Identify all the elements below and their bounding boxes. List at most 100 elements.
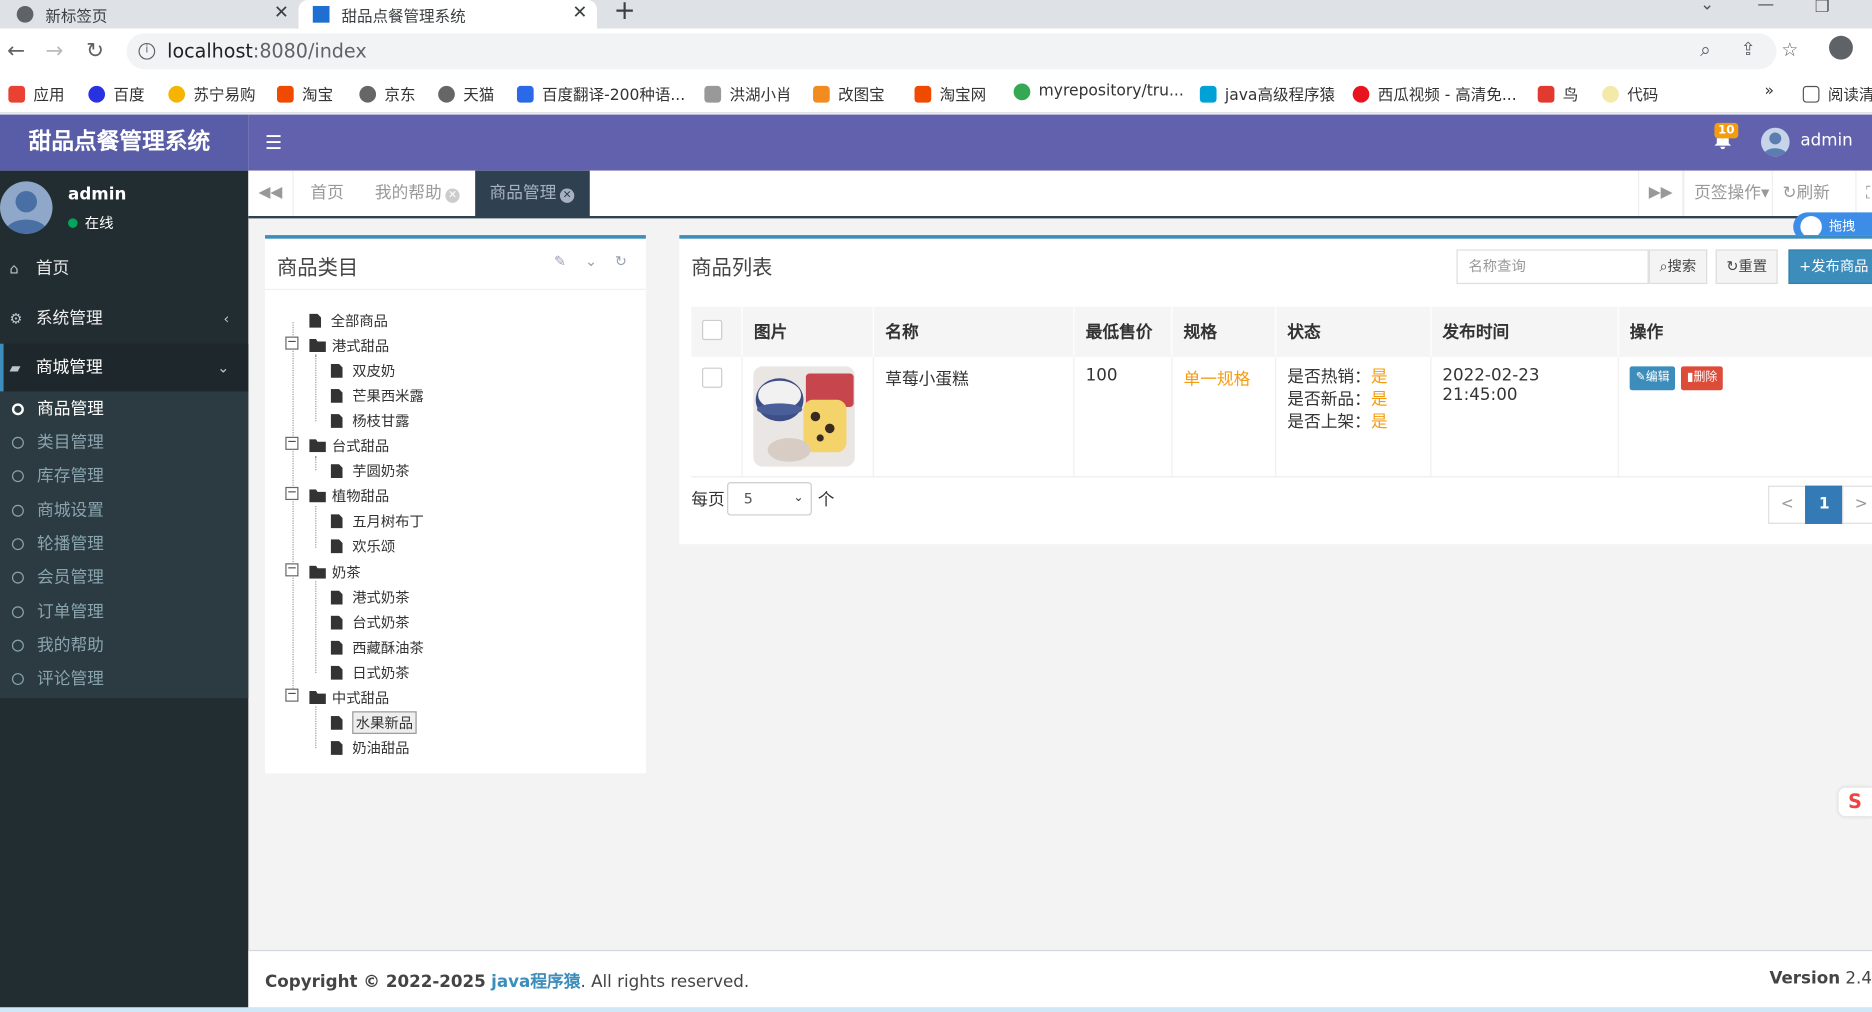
tree-node[interactable]: 欢乐颂 xyxy=(330,536,395,556)
bookmark-item[interactable]: 京东 xyxy=(359,82,415,105)
submenu-item[interactable]: 商品管理 xyxy=(0,393,248,426)
share-icon[interactable]: ⇪ xyxy=(1741,38,1756,59)
chevron-down-icon[interactable]: ⌄ xyxy=(585,253,597,270)
edit-icon[interactable]: ✎ xyxy=(554,253,566,270)
collapse-icon[interactable]: − xyxy=(285,563,299,577)
collapse-icon[interactable]: − xyxy=(285,688,299,702)
bookmark-item[interactable]: 天猫 xyxy=(438,82,494,105)
bookmark-item[interactable]: 洪湖小肖 xyxy=(704,82,792,105)
search-input[interactable]: 名称查询 xyxy=(1456,249,1649,285)
submenu-item[interactable]: 轮播管理 xyxy=(0,527,248,560)
row-checkbox[interactable] xyxy=(702,367,723,388)
profile-icon[interactable] xyxy=(1829,35,1853,60)
bookmark-item[interactable]: 鸟 xyxy=(1537,82,1578,105)
tree-node[interactable]: 芋圆奶茶 xyxy=(330,461,410,481)
sidebar-toggle-icon[interactable]: ☰ xyxy=(265,131,282,154)
per-page-select[interactable]: 5 ⌄ xyxy=(727,482,812,516)
more-bookmarks-button[interactable]: » xyxy=(1765,82,1775,100)
bookmark-item[interactable]: 苏宁易购 xyxy=(168,82,256,105)
edit-button[interactable]: ✎编辑 xyxy=(1629,366,1676,391)
tree-node[interactable]: − 港式甜品 xyxy=(285,335,389,355)
sidebar-item-home[interactable]: ⌂ 首页 xyxy=(0,245,248,293)
prev-page-button[interactable]: < xyxy=(1768,485,1807,524)
reading-list[interactable]: 阅读清 xyxy=(1802,82,1872,105)
submenu-item[interactable]: 评论管理 xyxy=(0,662,248,695)
bookmark-item[interactable]: myrepository/tru... xyxy=(1013,82,1184,100)
bookmark-item[interactable]: 淘宝网 xyxy=(914,82,986,105)
tab-product-management[interactable]: 商品管理 ✕ xyxy=(475,170,590,217)
header-username[interactable]: admin xyxy=(1800,131,1852,150)
bookmark-item[interactable]: 应用 xyxy=(8,82,64,105)
refresh-icon[interactable]: ↻ xyxy=(615,253,627,270)
search-button[interactable]: ⌕搜索 xyxy=(1648,249,1707,285)
tab-search-icon[interactable]: ⌄ xyxy=(1700,0,1714,14)
product-image[interactable] xyxy=(753,366,856,467)
url-bar[interactable]: i localhost:8080/index xyxy=(126,33,1777,70)
submenu-item[interactable]: 库存管理 xyxy=(0,459,248,492)
fullscreen-icon[interactable]: ⛶ xyxy=(1855,170,1872,217)
refresh-tab-button[interactable]: ↻刷新 xyxy=(1771,170,1840,217)
tree-node-selected[interactable]: 水果新品 xyxy=(330,711,417,734)
new-tab-icon[interactable]: + xyxy=(614,0,636,26)
brand-link[interactable]: java程序猿 xyxy=(491,973,580,992)
tree-node[interactable]: − 奶茶 xyxy=(285,562,361,582)
zoom-icon[interactable]: ⌕ xyxy=(1700,38,1711,62)
submenu-item[interactable]: 我的帮助 xyxy=(0,629,248,662)
tree-node[interactable]: 港式奶茶 xyxy=(330,587,410,607)
info-icon[interactable]: i xyxy=(138,42,156,60)
tree-node[interactable]: 全部商品 xyxy=(309,310,388,330)
next-page-button[interactable]: > xyxy=(1842,485,1872,524)
submenu-item[interactable]: 订单管理 xyxy=(0,596,248,629)
close-tab-icon[interactable]: ✕ xyxy=(572,1,587,22)
tree-node[interactable]: 芒果西米露 xyxy=(330,385,424,405)
bookmark-item[interactable]: 改图宝 xyxy=(813,82,885,105)
sidebar-item-mall[interactable]: ▰ 商城管理 ⌄ xyxy=(0,343,249,392)
page-1-button[interactable]: 1 xyxy=(1805,485,1844,524)
close-icon[interactable]: ✕ xyxy=(559,188,575,203)
select-all-checkbox[interactable] xyxy=(702,319,723,340)
scroll-right-icon[interactable]: ▶▶ xyxy=(1638,170,1684,217)
tree-node[interactable]: 杨枝甘露 xyxy=(330,411,410,431)
close-tab-icon[interactable]: ✕ xyxy=(274,1,289,22)
tree-node[interactable]: 西藏酥油茶 xyxy=(330,637,424,657)
reload-icon[interactable]: ↻ xyxy=(86,38,104,63)
delete-button[interactable]: ▮删除 xyxy=(1680,366,1724,391)
browser-tab-newtab[interactable]: 新标签页 ✕ xyxy=(0,0,298,29)
tree-node[interactable]: 台式奶茶 xyxy=(330,612,410,632)
collapse-icon[interactable]: − xyxy=(285,336,299,350)
submenu-item[interactable]: 会员管理 xyxy=(0,561,248,594)
tree-node[interactable]: 五月树布丁 xyxy=(330,511,424,531)
bookmark-item[interactable]: java高级程序猿 xyxy=(1199,82,1335,105)
bookmark-item[interactable]: 西瓜视频 - 高清免... xyxy=(1352,82,1517,105)
tree-node[interactable]: 奶油甜品 xyxy=(330,738,410,758)
tree-node[interactable]: 日式奶茶 xyxy=(330,662,410,682)
publish-product-button[interactable]: +发布商品 xyxy=(1788,249,1872,285)
tree-node[interactable]: − 中式甜品 xyxy=(285,687,389,707)
app-logo[interactable]: 甜品点餐管理系统 xyxy=(0,114,249,171)
tab-operations-dropdown[interactable]: 页签操作▾ xyxy=(1683,170,1779,217)
submenu-item[interactable]: 类目管理 xyxy=(0,426,248,459)
forward-icon[interactable]: → xyxy=(45,38,63,63)
bookmark-item[interactable]: 代码 xyxy=(1602,82,1658,105)
close-icon[interactable]: ✕ xyxy=(445,188,460,203)
tab-help[interactable]: 我的帮助 ✕ xyxy=(361,171,474,216)
s-icon[interactable]: S xyxy=(1838,787,1872,817)
minimize-icon[interactable]: — xyxy=(1757,0,1774,14)
tree-node[interactable]: 双皮奶 xyxy=(330,360,395,380)
restore-icon[interactable]: ❐ xyxy=(1815,0,1830,17)
collapse-icon[interactable]: − xyxy=(285,436,299,450)
tree-node[interactable]: − 台式甜品 xyxy=(285,436,389,456)
submenu-item[interactable]: 商城设置 xyxy=(0,494,248,527)
tab-home[interactable]: 首页 xyxy=(296,171,358,216)
collapse-icon[interactable]: − xyxy=(285,486,299,501)
star-icon[interactable]: ☆ xyxy=(1781,38,1798,61)
back-icon[interactable]: ← xyxy=(7,38,25,63)
browser-tab-app[interactable]: 甜品点餐管理系统 ✕ xyxy=(298,0,597,29)
sidebar-item-system[interactable]: ⚙ 系统管理 ‹ xyxy=(0,295,248,343)
bookmark-item[interactable]: 百度翻译-200种语... xyxy=(516,82,685,105)
tree-node[interactable]: − 植物甜品 xyxy=(285,486,389,506)
scroll-left-icon[interactable]: ◀◀ xyxy=(248,170,294,217)
reset-button[interactable]: ↻重置 xyxy=(1715,249,1778,285)
avatar[interactable] xyxy=(1760,127,1790,157)
bookmark-item[interactable]: 淘宝 xyxy=(276,82,333,105)
